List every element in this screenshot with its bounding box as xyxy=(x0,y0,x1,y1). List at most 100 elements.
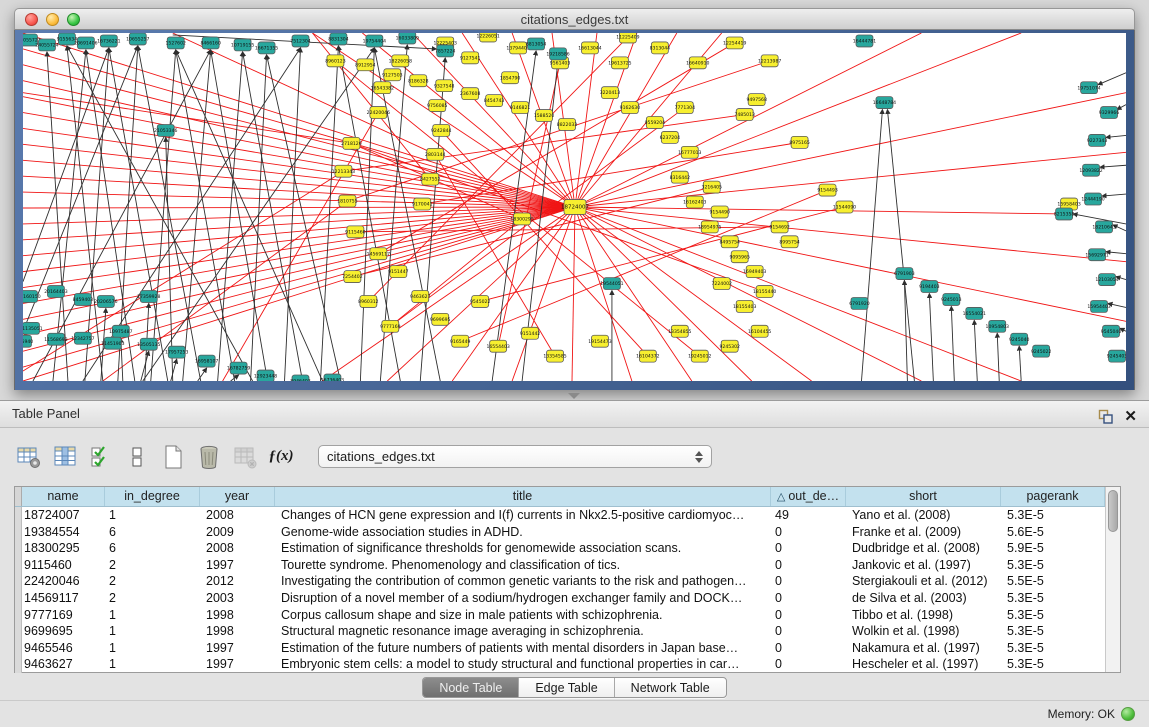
cell[interactable]: 1997 xyxy=(200,557,275,574)
table-row[interactable]: 2242004622012Investigating the contribut… xyxy=(15,573,1105,590)
cell[interactable]: Embryonic stem cells: a model to study s… xyxy=(275,656,771,673)
graph-node[interactable]: 9127541 xyxy=(460,52,481,64)
graph-node[interactable]: 9463627 xyxy=(410,291,431,303)
cell[interactable]: 18300295 xyxy=(22,540,105,557)
graph-node[interactable]: 19751074 xyxy=(1077,82,1100,94)
graph-node[interactable]: 24055724 xyxy=(35,39,58,51)
cell[interactable]: 0 xyxy=(771,607,846,624)
graph-node[interactable]: 1588520 xyxy=(534,110,555,122)
graph-node[interactable]: 8960123 xyxy=(325,55,346,67)
graph-node[interactable]: 21053346 xyxy=(154,124,177,136)
graph-node[interactable]: 10975487 xyxy=(109,325,132,337)
graph-node[interactable]: 8186328 xyxy=(408,75,429,87)
graph-node[interactable]: 9162630 xyxy=(620,102,641,114)
graph-node[interactable]: 2367608 xyxy=(460,88,481,100)
graph-node[interactable]: 11451903 xyxy=(101,337,124,349)
graph-node[interactable]: 9756085 xyxy=(427,100,448,112)
cell[interactable]: 6 xyxy=(105,540,200,557)
cell[interactable]: 5.3E-5 xyxy=(1001,640,1105,657)
cell[interactable]: 5.9E-5 xyxy=(1001,540,1105,557)
graph-node[interactable]: 15692971 xyxy=(1085,249,1108,261)
graph-node[interactable]: 18155403 xyxy=(733,300,756,312)
table-row[interactable]: 977716911998Corpus callosum shape and si… xyxy=(15,607,1105,624)
graph-node[interactable]: 11544090 xyxy=(833,201,856,213)
graph-node[interactable]: 9245022 xyxy=(1031,345,1052,357)
graph-node[interactable]: 9245013 xyxy=(941,294,962,306)
cell[interactable]: 1 xyxy=(105,607,200,624)
graph-node[interactable]: 9777169 xyxy=(380,320,401,332)
graph-node[interactable]: 6791903 xyxy=(894,268,915,280)
graph-node[interactable]: 7224002 xyxy=(712,278,733,290)
cell[interactable]: Tourette syndrome. Phenomenology and cla… xyxy=(275,557,771,574)
graph-node[interactable]: 11225409 xyxy=(616,33,639,43)
graph-node[interactable]: 9545040 xyxy=(1101,325,1122,337)
graph-node[interactable]: 16648784 xyxy=(873,97,896,109)
network-window-titlebar[interactable]: citations_edges.txt xyxy=(14,8,1135,30)
graph-node[interactable]: 9151442 xyxy=(520,327,541,339)
graph-node[interactable]: 8466160 xyxy=(200,37,221,49)
cell[interactable]: 1 xyxy=(105,623,200,640)
cell[interactable]: 18724007 xyxy=(22,507,105,524)
cell[interactable]: 9115460 xyxy=(22,557,105,574)
cell[interactable]: 1 xyxy=(105,640,200,657)
graph-node[interactable]: 8459403 xyxy=(73,294,94,306)
scrollbar-thumb[interactable] xyxy=(1108,490,1118,532)
function-builder-button[interactable]: ƒ(x) xyxy=(266,442,296,472)
cell[interactable]: 2003 xyxy=(200,590,275,607)
graph-node[interactable]: 16104455 xyxy=(748,325,771,337)
cell[interactable]: 1997 xyxy=(200,640,275,657)
close-panel-icon[interactable]: ✕ xyxy=(1124,404,1137,430)
table-row[interactable]: 1872400712008Changes of HCN gene express… xyxy=(15,507,1105,524)
cell[interactable]: 9777169 xyxy=(22,607,105,624)
cell[interactable]: 2 xyxy=(105,573,200,590)
graph-node[interactable]: 9154493 xyxy=(817,184,838,196)
graph-node[interactable]: 16444781 xyxy=(853,35,876,47)
graph-node[interactable]: 9127503 xyxy=(382,69,403,81)
delete-table-button[interactable] xyxy=(230,442,260,472)
float-panel-icon[interactable] xyxy=(1098,407,1113,422)
graph-node[interactable]: 9146821 xyxy=(510,102,531,114)
table-selector-dropdown[interactable]: citations_edges.txt xyxy=(318,445,712,468)
graph-node[interactable]: 20691406 xyxy=(74,37,97,49)
network-canvas[interactable]: 8960123891295418226058912750316543382818… xyxy=(23,33,1126,381)
cell[interactable]: Tibbo et al. (1998) xyxy=(846,607,1001,624)
cell[interactable]: 0 xyxy=(771,557,846,574)
graph-node[interactable]: 16033809 xyxy=(396,33,419,44)
graph-node[interactable]: 16104372 xyxy=(636,350,659,362)
graph-node[interactable]: 13354855 xyxy=(668,325,691,337)
graph-node[interactable]: 18155440 xyxy=(753,286,776,298)
cell[interactable]: 0 xyxy=(771,640,846,657)
graph-node[interactable]: 16554403 xyxy=(486,340,509,352)
table-row[interactable]: 1938455462009Genome-wide association stu… xyxy=(15,524,1105,541)
column-header-year[interactable]: year xyxy=(200,487,275,506)
graph-node[interactable]: 16958107 xyxy=(195,355,218,367)
graph-node[interactable]: 17359928 xyxy=(137,291,160,303)
table-row[interactable]: 911546021997Tourette syndrome. Phenomeno… xyxy=(15,557,1105,574)
graph-node[interactable]: 1854790 xyxy=(500,72,521,84)
graph-node[interactable]: 7254402 xyxy=(342,271,363,283)
graph-node[interactable]: 20206576 xyxy=(94,295,117,307)
show-columns-button[interactable] xyxy=(50,442,80,472)
cell[interactable]: 0 xyxy=(771,623,846,640)
graph-node[interactable]: 18210643 xyxy=(1092,221,1115,233)
cell[interactable]: 9699695 xyxy=(22,623,105,640)
column-header-out_de[interactable]: △out_de… xyxy=(771,487,846,506)
graph-node[interactable]: 6237204 xyxy=(660,131,681,143)
memory-status[interactable]: Memory: OK xyxy=(1048,707,1135,721)
row-height-button[interactable] xyxy=(122,442,152,472)
graph-node[interactable]: 13505135 xyxy=(137,338,160,350)
cell[interactable]: 0 xyxy=(771,590,846,607)
graph-node[interactable]: 3915940 xyxy=(23,335,33,347)
graph-node[interactable]: 16543382 xyxy=(371,82,394,94)
graph-node[interactable]: 8427552 xyxy=(420,173,441,185)
graph-node[interactable]: 15954403 xyxy=(1087,300,1110,312)
table-row[interactable]: 946362711997Embryonic stem cells: a mode… xyxy=(15,656,1105,673)
cell[interactable]: 14569117 xyxy=(22,590,105,607)
cell[interactable]: 5.3E-5 xyxy=(1001,557,1105,574)
new-table-button[interactable] xyxy=(158,442,188,472)
graph-node[interactable]: 9165449 xyxy=(450,335,471,347)
cell[interactable]: Stergiakouli et al. (2012) xyxy=(846,573,1001,590)
graph-node[interactable]: 12093822 xyxy=(1079,164,1102,176)
graph-node[interactable]: 9329966 xyxy=(1099,107,1120,119)
graph-node[interactable]: 19613725 xyxy=(608,57,631,69)
